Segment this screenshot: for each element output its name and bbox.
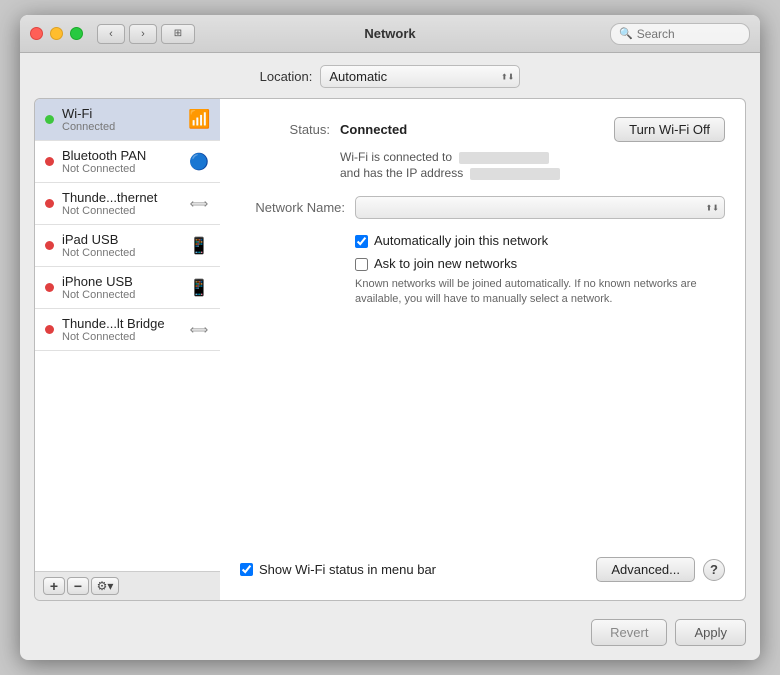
nav-buttons: ‹ › — [97, 24, 157, 44]
network-name-label: Network Name: — [240, 200, 345, 215]
sidebar-item-thunderbolt-eth-status: Not Connected — [62, 205, 180, 217]
grid-button[interactable]: ⊞ — [161, 24, 195, 44]
location-select[interactable]: Automatic — [320, 65, 520, 88]
sidebar-item-ipad-status: Not Connected — [62, 247, 180, 259]
status-label: Status: — [240, 122, 330, 137]
sidebar-item-bluetooth-status: Not Connected — [62, 163, 180, 175]
forward-button[interactable]: › — [129, 24, 157, 44]
sidebar-item-bluetooth[interactable]: Bluetooth PAN Not Connected 🔵 — [35, 141, 220, 183]
network-name-select-wrap — [355, 196, 725, 219]
status-dot-bluetooth — [45, 157, 54, 166]
add-network-button[interactable]: + — [43, 577, 65, 595]
show-wifi-checkbox[interactable] — [240, 563, 253, 576]
status-dot-iphone — [45, 283, 54, 292]
sidebar-item-bluetooth-name: Bluetooth PAN — [62, 148, 180, 163]
advanced-button[interactable]: Advanced... — [596, 557, 695, 582]
iphone-icon: 📱 — [188, 278, 210, 298]
sidebar-item-wifi-name: Wi-Fi — [62, 106, 180, 121]
ssid-redacted — [459, 152, 549, 164]
gear-menu-button[interactable]: ⚙▾ — [91, 577, 119, 595]
sidebar: Wi-Fi Connected 📶 Bluetooth PAN Not Conn… — [35, 99, 220, 600]
show-wifi-row: Show Wi-Fi status in menu bar — [240, 562, 436, 577]
titlebar: ‹ › ⊞ Network 🔍 — [20, 15, 760, 53]
sidebar-item-wifi-text: Wi-Fi Connected — [62, 106, 180, 133]
sidebar-item-ipad-name: iPad USB — [62, 232, 180, 247]
sidebar-item-wifi[interactable]: Wi-Fi Connected 📶 — [35, 99, 220, 141]
location-label: Location: — [260, 69, 313, 84]
back-button[interactable]: ‹ — [97, 24, 125, 44]
remove-network-button[interactable]: − — [67, 577, 89, 595]
ask-join-checkbox[interactable] — [355, 258, 368, 271]
sidebar-item-bluetooth-text: Bluetooth PAN Not Connected — [62, 148, 180, 175]
location-select-wrap: Automatic — [320, 65, 520, 88]
sidebar-item-iphone-status: Not Connected — [62, 289, 180, 301]
sidebar-item-ipad-text: iPad USB Not Connected — [62, 232, 180, 259]
status-value: Connected — [340, 122, 407, 137]
thunderbolt-bridge-icon: ⟺ — [188, 322, 210, 338]
sidebar-items-list: Wi-Fi Connected 📶 Bluetooth PAN Not Conn… — [35, 99, 220, 351]
status-dot-wifi — [45, 115, 54, 124]
main-window: ‹ › ⊞ Network 🔍 Location: Automatic — [20, 15, 760, 660]
sidebar-item-thunderbolt-eth-name: Thunde...thernet — [62, 190, 180, 205]
bluetooth-icon: 🔵 — [188, 152, 210, 172]
search-input[interactable] — [637, 27, 747, 41]
close-button[interactable] — [30, 27, 43, 40]
auto-join-row: Automatically join this network — [355, 233, 725, 248]
maximize-button[interactable] — [70, 27, 83, 40]
apply-button[interactable]: Apply — [675, 619, 746, 646]
minimize-button[interactable] — [50, 27, 63, 40]
window-title: Network — [364, 26, 415, 41]
checkboxes: Automatically join this network Ask to j… — [355, 233, 725, 271]
wifi-info-line2: and has the IP address — [340, 166, 725, 180]
network-name-select[interactable] — [355, 196, 725, 219]
ipad-icon: 📱 — [188, 236, 210, 256]
sidebar-item-ipad[interactable]: iPad USB Not Connected 📱 — [35, 225, 220, 267]
status-dot-ipad — [45, 241, 54, 250]
status-row: Status: Connected Turn Wi-Fi Off — [240, 117, 725, 142]
sidebar-item-wifi-status: Connected — [62, 121, 180, 133]
ask-join-label: Ask to join new networks — [374, 256, 517, 271]
revert-button[interactable]: Revert — [591, 619, 667, 646]
sidebar-item-thunderbolt-eth-text: Thunde...thernet Not Connected — [62, 190, 180, 217]
window-controls — [30, 27, 83, 40]
sidebar-item-thunderbolt-eth[interactable]: Thunde...thernet Not Connected ⟺ — [35, 183, 220, 225]
sidebar-item-iphone-text: iPhone USB Not Connected — [62, 274, 180, 301]
main-content: Wi-Fi Connected 📶 Bluetooth PAN Not Conn… — [34, 98, 746, 601]
known-networks-note: Known networks will be joined automatica… — [355, 277, 725, 308]
sidebar-item-thunderbolt-bridge[interactable]: Thunde...lt Bridge Not Connected ⟺ — [35, 309, 220, 351]
auto-join-label: Automatically join this network — [374, 233, 548, 248]
sidebar-item-thunderbolt-bridge-name: Thunde...lt Bridge — [62, 316, 180, 331]
status-dot-thunderbolt-eth — [45, 199, 54, 208]
right-panel: Status: Connected Turn Wi-Fi Off Wi-Fi i… — [220, 99, 745, 600]
sidebar-item-iphone-name: iPhone USB — [62, 274, 180, 289]
sidebar-item-thunderbolt-bridge-text: Thunde...lt Bridge Not Connected — [62, 316, 180, 343]
footer: Revert Apply — [20, 611, 760, 660]
help-button[interactable]: ? — [703, 559, 725, 581]
show-wifi-label: Show Wi-Fi status in menu bar — [259, 562, 436, 577]
search-box[interactable]: 🔍 — [610, 23, 750, 45]
ask-join-row: Ask to join new networks — [355, 256, 725, 271]
search-icon: 🔍 — [619, 27, 633, 40]
wifi-icon: 📶 — [188, 109, 210, 130]
thunderbolt-eth-icon: ⟺ — [188, 196, 210, 212]
turn-wifi-button[interactable]: Turn Wi-Fi Off — [614, 117, 725, 142]
network-name-row: Network Name: — [240, 196, 725, 219]
auto-join-checkbox[interactable] — [355, 235, 368, 248]
sidebar-item-thunderbolt-bridge-status: Not Connected — [62, 331, 180, 343]
ip-redacted — [470, 168, 560, 180]
sidebar-bottom-bar: + − ⚙▾ — [35, 571, 220, 600]
wifi-info-line1: Wi-Fi is connected to — [340, 150, 725, 164]
sidebar-item-iphone[interactable]: iPhone USB Not Connected 📱 — [35, 267, 220, 309]
panel-bottom-right: Advanced... ? — [596, 557, 725, 582]
location-row: Location: Automatic — [20, 53, 760, 98]
panel-bottom: Show Wi-Fi status in menu bar Advanced..… — [240, 557, 725, 582]
status-dot-thunderbolt-bridge — [45, 325, 54, 334]
